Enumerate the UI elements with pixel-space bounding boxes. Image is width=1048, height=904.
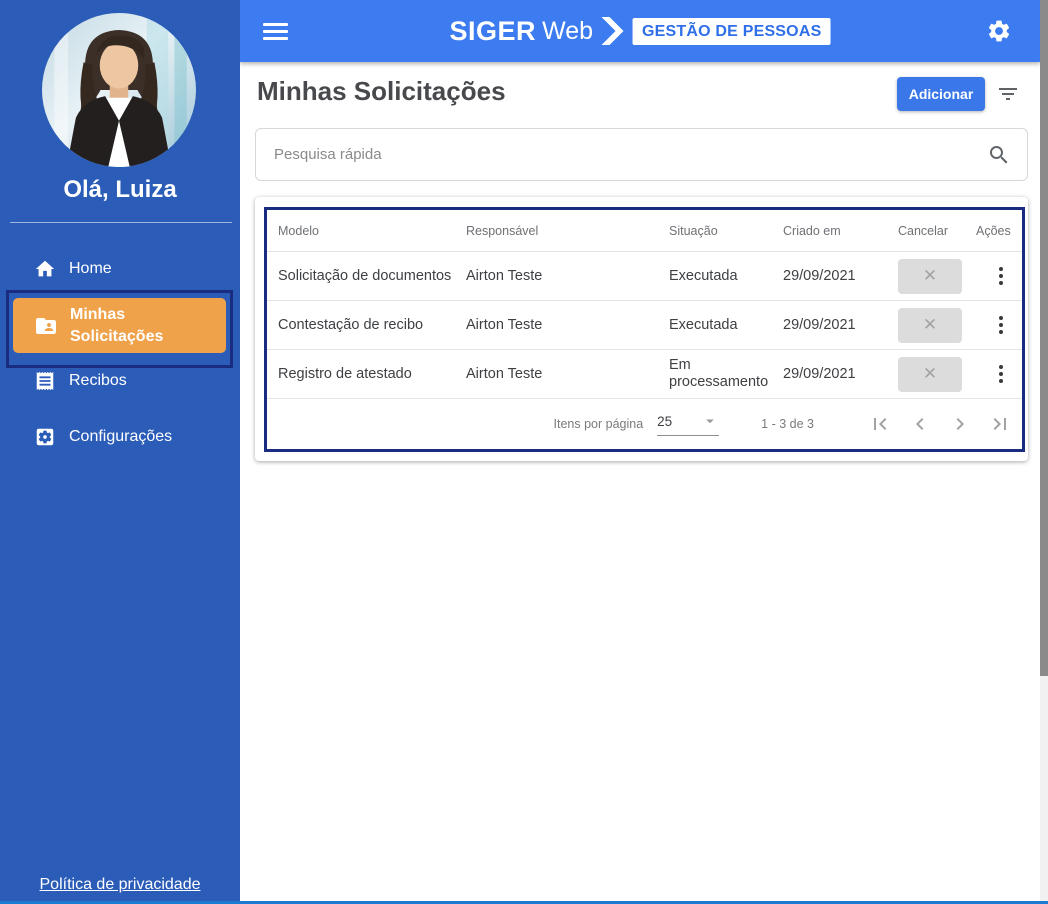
- hamburger-menu-icon[interactable]: [263, 22, 288, 40]
- vertical-scrollbar: [1040, 0, 1048, 904]
- chevron-down-icon: [706, 419, 714, 424]
- cell-modelo: Solicitação de documentos: [278, 268, 452, 284]
- column-header-cancelar: Cancelar: [898, 223, 949, 238]
- sidebar-item-home[interactable]: Home: [0, 255, 240, 283]
- sidebar-item-label: Home: [69, 260, 112, 277]
- cell-criado-em: 29/09/2021: [783, 317, 856, 333]
- folder-shared-icon: [36, 317, 56, 334]
- column-header-responsavel: Responsável: [466, 223, 539, 238]
- search-box: [255, 128, 1028, 181]
- column-header-acoes: Ações: [976, 223, 1011, 238]
- page-title: Minhas Solicitações: [257, 76, 506, 106]
- sidebar-item-label: Configurações: [69, 428, 173, 445]
- table-row: Solicitação de documentos Airton Teste E…: [267, 252, 1022, 301]
- app-logo: SIGER Web GESTÃO DE PESSOAS: [450, 0, 831, 62]
- sidebar-divider: [10, 222, 232, 223]
- items-per-page-label: Itens por página: [553, 417, 644, 431]
- cell-criado-em: 29/09/2021: [783, 268, 856, 284]
- cell-criado-em: 29/09/2021: [783, 366, 856, 382]
- cell-modelo: Registro de atestado: [278, 366, 412, 382]
- next-page-icon[interactable]: [948, 412, 972, 436]
- user-greeting: Olá, Luiza: [63, 176, 177, 203]
- cancel-button[interactable]: ✕: [898, 356, 962, 392]
- cell-responsavel: Airton Teste: [466, 268, 543, 284]
- logo-badge: GESTÃO DE PESSOAS: [633, 17, 831, 45]
- cell-situacao: Executada: [669, 267, 738, 284]
- add-button[interactable]: Adicionar: [897, 77, 985, 111]
- requests-table-card: Modelo Responsável Situação Criado em Ca…: [255, 197, 1028, 461]
- cancel-button[interactable]: ✕: [898, 307, 962, 343]
- cell-situacao: Em processamento: [669, 357, 769, 390]
- table-row: Registro de atestado Airton Teste Em pro…: [267, 350, 1022, 399]
- column-header-situacao: Situação: [669, 223, 718, 238]
- search-input[interactable]: [274, 129, 974, 180]
- settings-applications-icon: [36, 428, 54, 446]
- items-per-page-select[interactable]: 25: [657, 412, 720, 436]
- home-icon: [35, 260, 55, 277]
- cell-modelo: Contestação de recibo: [278, 317, 424, 333]
- cell-situacao: Executada: [669, 316, 738, 333]
- column-header-modelo: Modelo: [278, 223, 319, 238]
- column-header-criado-em: Criado em: [783, 223, 841, 238]
- annotation-box-table: Modelo Responsável Situação Criado em Ca…: [264, 207, 1025, 452]
- avatar-illustration: [42, 13, 196, 167]
- search-icon[interactable]: [987, 143, 1011, 167]
- top-app-bar: SIGER Web GESTÃO DE PESSOAS: [240, 0, 1040, 62]
- logo-chevron-icon: [602, 17, 625, 45]
- last-page-icon[interactable]: [988, 412, 1012, 436]
- privacy-policy-link[interactable]: Política de privacidade: [0, 876, 240, 894]
- row-actions-kebab-icon[interactable]: [999, 365, 1010, 383]
- sidebar-item-configuracoes[interactable]: Configurações: [0, 423, 240, 451]
- sidebar-item-label: Minhas Solicitações: [70, 305, 164, 345]
- scrollbar-thumb[interactable]: [1040, 0, 1048, 676]
- first-page-icon[interactable]: [868, 412, 892, 436]
- table-row: Contestação de recibo Airton Teste Execu…: [267, 301, 1022, 350]
- avatar: [42, 13, 196, 167]
- pagination-range-label: 1 - 3 de 3: [761, 417, 814, 431]
- filter-icon[interactable]: [995, 82, 1021, 106]
- receipt-icon: [36, 371, 54, 391]
- logo-primary-text: SIGER: [449, 15, 537, 46]
- table-header-row: Modelo Responsável Situação Criado em Ca…: [267, 210, 1022, 252]
- sidebar: Olá, Luiza Home Minhas Solicitações Reci…: [0, 0, 240, 904]
- sidebar-item-recibos[interactable]: Recibos: [0, 367, 240, 395]
- row-actions-kebab-icon[interactable]: [999, 267, 1010, 285]
- row-actions-kebab-icon[interactable]: [999, 316, 1010, 334]
- previous-page-icon[interactable]: [908, 412, 932, 436]
- sidebar-item-minhas-solicitacoes[interactable]: Minhas Solicitações: [13, 298, 226, 353]
- pager-controls: [868, 412, 1012, 436]
- settings-gear-icon[interactable]: [986, 18, 1012, 44]
- items-per-page-value: 25: [657, 413, 673, 429]
- cell-responsavel: Airton Teste: [466, 366, 543, 382]
- cell-responsavel: Airton Teste: [466, 317, 543, 333]
- table-pagination-bar: Itens por página 25 1 - 3 de 3: [267, 399, 1022, 449]
- cancel-button[interactable]: ✕: [898, 258, 962, 294]
- logo-secondary-text: Web: [542, 16, 594, 45]
- sidebar-item-label: Recibos: [69, 372, 127, 389]
